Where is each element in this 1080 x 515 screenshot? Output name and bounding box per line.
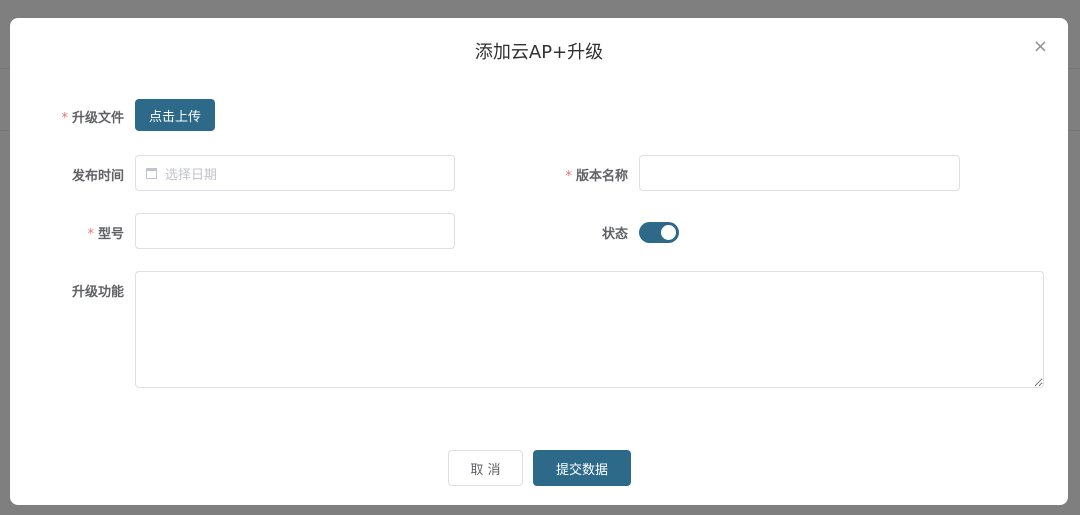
model-input[interactable] <box>135 213 455 249</box>
features-label: 升级功能 <box>71 285 124 300</box>
status-toggle[interactable] <box>639 222 679 243</box>
calendar-icon <box>146 167 157 179</box>
features-textarea[interactable] <box>135 271 1044 388</box>
date-placeholder: 选择日期 <box>165 167 218 183</box>
label-text: 型号 <box>97 227 124 242</box>
add-upgrade-dialog: 添加云AP+升级 × * 升级文件 点击上传 发布时间 选择日期 * 版本名称 * 型… <box>10 18 1068 505</box>
required-mark: * <box>87 227 94 242</box>
label-text: 版本名称 <box>575 169 628 184</box>
upload-button[interactable]: 点击上传 <box>135 99 215 131</box>
cancel-button[interactable]: 取 消 <box>448 450 523 486</box>
close-icon[interactable]: × <box>1033 38 1048 56</box>
required-mark: * <box>565 169 572 184</box>
label-text: 升级文件 <box>71 111 124 126</box>
version-name-input[interactable] <box>639 155 960 191</box>
version-name-label: * 版本名称 <box>518 165 628 184</box>
status-label: 状态 <box>601 227 628 242</box>
model-label: * 型号 <box>14 223 124 242</box>
required-mark: * <box>61 111 68 126</box>
release-date-picker[interactable]: 选择日期 <box>135 155 455 191</box>
submit-button[interactable]: 提交数据 <box>533 450 631 486</box>
dialog-title: 添加云AP+升级 <box>474 42 604 63</box>
toggle-knob <box>661 225 676 240</box>
release-time-label: 发布时间 <box>71 169 124 184</box>
upgrade-file-label: * 升级文件 <box>14 107 124 126</box>
